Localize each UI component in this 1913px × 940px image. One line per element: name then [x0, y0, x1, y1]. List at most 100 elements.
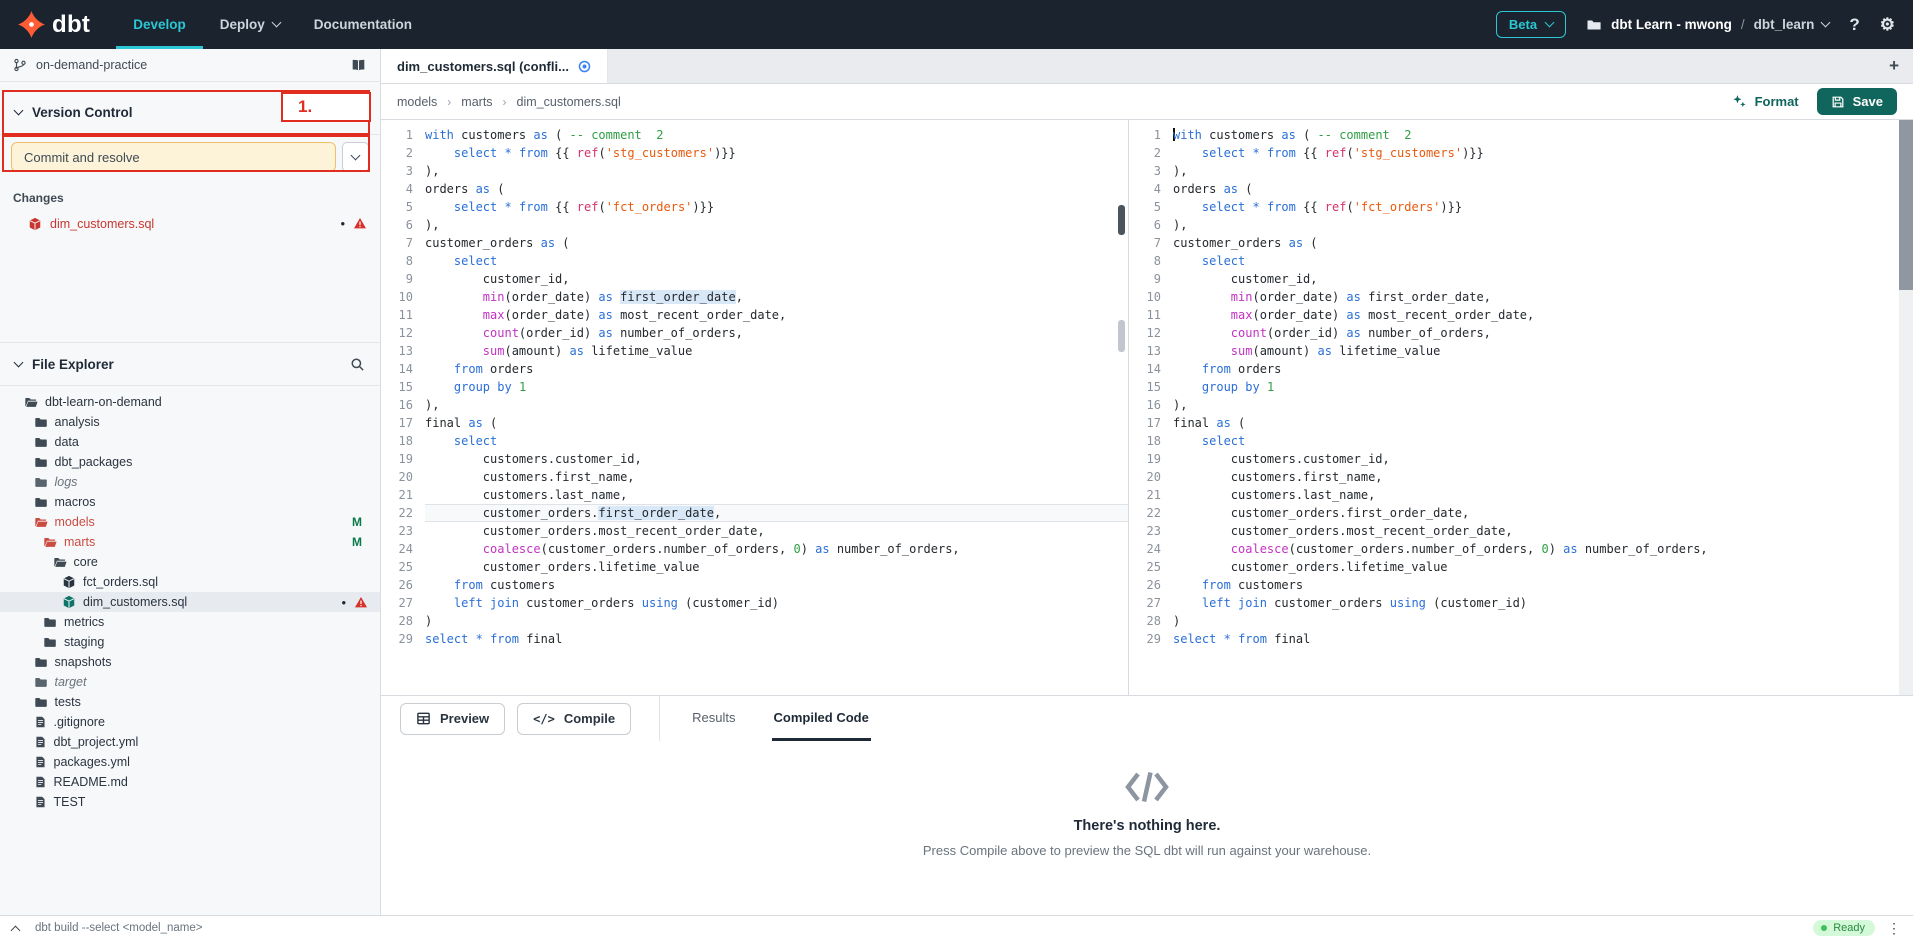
nav-item-deploy[interactable]: Deploy [203, 0, 297, 49]
code-line[interactable]: 4orders as ( [381, 180, 1128, 198]
tree-item-dbt-learn-on-demand[interactable]: dbt-learn-on-demand [0, 392, 380, 412]
tree-item-staging[interactable]: staging [0, 632, 380, 652]
code-line[interactable]: 21 customers.last_name, [1129, 486, 1913, 504]
tree-item-data[interactable]: data [0, 432, 380, 452]
code-line[interactable]: 22 customer_orders.first_order_date, [1129, 504, 1913, 522]
dbt-logo[interactable]: dbt [18, 0, 112, 49]
changed-file-dim_customers.sql[interactable]: dim_customers.sql• [0, 210, 380, 237]
branch-row[interactable]: on-demand-practice [0, 49, 380, 82]
code-line[interactable]: 7customer_orders as ( [381, 234, 1128, 252]
tree-item-tests[interactable]: tests [0, 692, 380, 712]
nav-item-develop[interactable]: Develop [116, 0, 203, 49]
account-switcher[interactable]: dbt Learn - mwong / dbt_learn [1586, 17, 1829, 33]
file-explorer-header[interactable]: File Explorer [0, 342, 380, 386]
code-line[interactable]: 3), [381, 162, 1128, 180]
code-line[interactable]: 13 sum(amount) as lifetime_value [1129, 342, 1913, 360]
code-line[interactable]: 21 customers.last_name, [381, 486, 1128, 504]
code-line[interactable]: 20 customers.first_name, [381, 468, 1128, 486]
tree-item-marts[interactable]: martsM [0, 532, 380, 552]
code-line[interactable]: 3), [1129, 162, 1913, 180]
tree-item-dbt_packages[interactable]: dbt_packages [0, 452, 380, 472]
docs-book-icon[interactable] [350, 58, 367, 73]
tab-compiled-code[interactable]: Compiled Code [772, 696, 871, 741]
code-line[interactable]: 10 min(order_date) as first_order_date, [1129, 288, 1913, 306]
tree-item-snapshots[interactable]: snapshots [0, 652, 380, 672]
left-pane-scrollbar-thumb[interactable] [1118, 205, 1125, 235]
tree-item-target[interactable]: target [0, 672, 380, 692]
breadcrumb-models[interactable]: models [397, 95, 437, 109]
left-pane-scrollbar-thumb2[interactable] [1118, 320, 1125, 352]
code-line[interactable]: 4orders as ( [1129, 180, 1913, 198]
code-line[interactable]: 9 customer_id, [1129, 270, 1913, 288]
new-tab-button[interactable]: + [1875, 49, 1913, 83]
code-line[interactable]: 1with customers as ( -- comment 2 [381, 126, 1128, 144]
code-line[interactable]: 28) [1129, 612, 1913, 630]
tree-item-README.md[interactable]: README.md [0, 772, 380, 792]
tree-item-dbt_project.yml[interactable]: dbt_project.yml [0, 732, 380, 752]
code-line[interactable]: 28) [381, 612, 1128, 630]
tree-item-.gitignore[interactable]: .gitignore [0, 712, 380, 732]
editor-pane-left[interactable]: 1with customers as ( -- comment 22 selec… [381, 120, 1129, 695]
tree-item-metrics[interactable]: metrics [0, 612, 380, 632]
code-line[interactable]: 16), [381, 396, 1128, 414]
code-line[interactable]: 29select * from final [381, 630, 1128, 648]
right-pane-scrollbar-track[interactable] [1899, 120, 1913, 695]
code-line[interactable]: 19 customers.customer_id, [1129, 450, 1913, 468]
code-line[interactable]: 13 sum(amount) as lifetime_value [381, 342, 1128, 360]
command-input[interactable]: dbt build --select <model_name> [35, 922, 203, 934]
code-line[interactable]: 8 select [381, 252, 1128, 270]
code-line[interactable]: 12 count(order_id) as number_of_orders, [1129, 324, 1913, 342]
code-line[interactable]: 27 left join customer_orders using (cust… [1129, 594, 1913, 612]
code-line[interactable]: 19 customers.customer_id, [381, 450, 1128, 468]
code-line[interactable]: 7customer_orders as ( [1129, 234, 1913, 252]
code-line[interactable]: 16), [1129, 396, 1913, 414]
collapse-panel-icon[interactable] [11, 925, 21, 935]
code-line[interactable]: 20 customers.first_name, [1129, 468, 1913, 486]
code-line[interactable]: 12 count(order_id) as number_of_orders, [381, 324, 1128, 342]
tree-item-fct_orders.sql[interactable]: fct_orders.sql [0, 572, 380, 592]
tree-item-models[interactable]: modelsM [0, 512, 380, 532]
preview-button[interactable]: Preview [400, 703, 505, 735]
code-line[interactable]: 6), [381, 216, 1128, 234]
code-line[interactable]: 8 select [1129, 252, 1913, 270]
tree-item-logs[interactable]: logs [0, 472, 380, 492]
breadcrumb-file[interactable]: dim_customers.sql [517, 95, 621, 109]
commit-dropdown-button[interactable] [342, 142, 369, 172]
kebab-menu-icon[interactable]: ⋮ [1887, 920, 1901, 937]
tree-item-packages.yml[interactable]: packages.yml [0, 752, 380, 772]
code-line[interactable]: 9 customer_id, [381, 270, 1128, 288]
tree-item-dim_customers.sql[interactable]: dim_customers.sql• [0, 592, 380, 612]
project-name[interactable]: dbt_learn [1754, 17, 1830, 32]
code-line[interactable]: 27 left join customer_orders using (cust… [381, 594, 1128, 612]
code-line[interactable]: 25 customer_orders.lifetime_value [381, 558, 1128, 576]
code-line[interactable]: 5 select * from {{ ref('fct_orders')}} [381, 198, 1128, 216]
breadcrumb-marts[interactable]: marts [461, 95, 492, 109]
commit-and-resolve-button[interactable]: Commit and resolve [11, 142, 336, 172]
save-button[interactable]: Save [1817, 88, 1897, 115]
code-line[interactable]: 15 group by 1 [381, 378, 1128, 396]
tree-item-TEST[interactable]: TEST [0, 792, 380, 812]
code-line[interactable]: 2 select * from {{ ref('stg_customers')}… [1129, 144, 1913, 162]
code-line[interactable]: 26 from customers [381, 576, 1128, 594]
code-line[interactable]: 14 from orders [1129, 360, 1913, 378]
nav-item-documentation[interactable]: Documentation [297, 0, 429, 49]
code-line[interactable]: 1with customers as ( -- comment 2 [1129, 126, 1913, 144]
code-line[interactable]: 11 max(order_date) as most_recent_order_… [1129, 306, 1913, 324]
code-line[interactable]: 24 coalesce(customer_orders.number_of_or… [1129, 540, 1913, 558]
code-line[interactable]: 14 from orders [381, 360, 1128, 378]
tree-item-macros[interactable]: macros [0, 492, 380, 512]
code-line[interactable]: 11 max(order_date) as most_recent_order_… [381, 306, 1128, 324]
beta-button[interactable]: Beta [1496, 11, 1566, 38]
code-line[interactable]: 25 customer_orders.lifetime_value [1129, 558, 1913, 576]
tab-dim-customers[interactable]: dim_customers.sql (confli... [381, 49, 608, 83]
code-line[interactable]: 2 select * from {{ ref('stg_customers')}… [381, 144, 1128, 162]
tree-item-core[interactable]: core [0, 552, 380, 572]
editor-pane-right[interactable]: 1with customers as ( -- comment 22 selec… [1129, 120, 1913, 695]
tree-item-analysis[interactable]: analysis [0, 412, 380, 432]
code-line[interactable]: 6), [1129, 216, 1913, 234]
code-line[interactable]: 17final as ( [1129, 414, 1913, 432]
gear-icon[interactable]: ⚙ [1880, 15, 1895, 35]
compile-button[interactable]: </> Compile [517, 703, 631, 735]
tab-results[interactable]: Results [690, 696, 737, 741]
right-pane-scrollbar-thumb[interactable] [1899, 120, 1913, 290]
